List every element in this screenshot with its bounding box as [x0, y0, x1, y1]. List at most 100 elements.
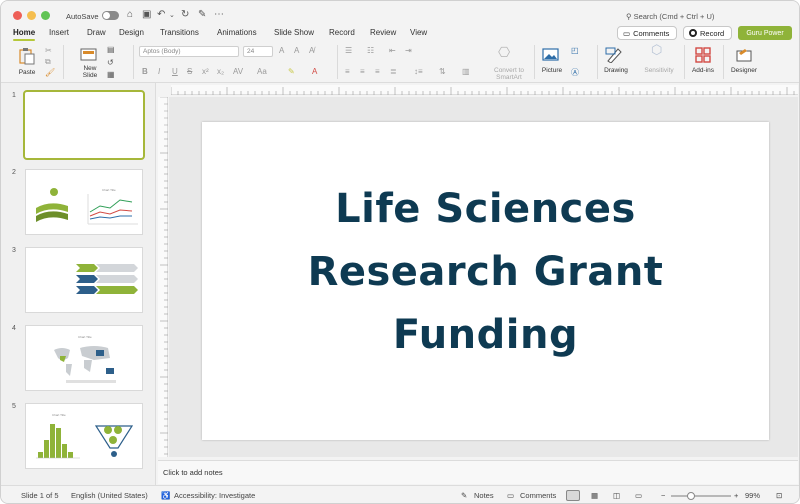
slide-thumbnail-5[interactable]: Chart Title [25, 403, 143, 469]
more-icon[interactable]: ⋯ [214, 9, 224, 20]
subscript-icon[interactable]: x₂ [217, 67, 224, 77]
minimize-window-button[interactable] [27, 11, 36, 20]
record-button[interactable]: Record [683, 26, 732, 40]
horizontal-ruler[interactable] [170, 85, 798, 95]
zoom-window-button[interactable] [41, 11, 50, 20]
tab-insert[interactable]: Insert [49, 28, 69, 37]
tab-draw[interactable]: Draw [87, 28, 106, 37]
cut-icon[interactable]: ✂ [45, 46, 52, 56]
picture-label[interactable]: Picture [537, 67, 567, 74]
paste-button[interactable]: Paste [14, 45, 40, 79]
zoom-slider-thumb[interactable] [687, 492, 695, 500]
tab-review[interactable]: Review [370, 28, 396, 37]
sensitivity-label[interactable]: Sensitivity [639, 67, 679, 74]
reset-icon[interactable]: ↺ [107, 58, 114, 68]
tab-record[interactable]: Record [329, 28, 355, 37]
copy-icon[interactable]: ⧉ [45, 57, 51, 67]
superscript-icon[interactable]: x² [202, 67, 209, 77]
tab-view[interactable]: View [410, 28, 427, 37]
notes-toggle-button[interactable]: Notes [474, 491, 494, 500]
guru-power-button[interactable]: Guru Power [738, 26, 792, 40]
slide-thumbnail-pane[interactable]: 1 2 Chart Title 3 4 Chart Title 5 Chart … [1, 83, 156, 487]
decrease-indent-icon[interactable]: ⇤ [389, 46, 396, 56]
slide-thumbnail-4[interactable]: Chart Title [25, 325, 143, 391]
layout-icon[interactable]: ▤ [107, 45, 115, 55]
align-left-icon[interactable]: ≡ [345, 67, 350, 77]
highlight-icon[interactable]: ✎ [288, 67, 295, 77]
zoom-in-icon[interactable]: + [734, 491, 738, 500]
font-name-select[interactable]: Aptos (Body) [139, 46, 239, 57]
tab-home[interactable]: Home [13, 28, 36, 41]
designer-icon[interactable] [735, 47, 753, 63]
tab-design[interactable]: Design [119, 28, 144, 37]
save-icon[interactable]: ▣ [142, 9, 151, 20]
close-window-button[interactable] [13, 11, 22, 20]
slide-thumbnail-3[interactable] [25, 247, 143, 313]
zoom-out-icon[interactable]: − [661, 491, 665, 500]
bold-icon[interactable]: B [142, 67, 148, 77]
change-case-icon[interactable]: Aa [257, 67, 267, 77]
italic-icon[interactable]: I [158, 67, 160, 77]
align-center-icon[interactable]: ≡ [360, 67, 365, 77]
drawing-icon[interactable] [605, 47, 623, 63]
columns-icon[interactable]: ▥ [462, 67, 470, 77]
redo-icon[interactable]: ↻ [181, 9, 189, 20]
comments-toggle-button[interactable]: Comments [520, 491, 556, 500]
notes-icon[interactable]: ✎ [461, 491, 467, 500]
convert-smartart-label[interactable]: Convert to SmartArt [487, 67, 531, 81]
picture-icon[interactable] [542, 48, 560, 62]
normal-view-icon[interactable] [566, 490, 580, 501]
decrease-font-icon[interactable]: A [294, 46, 299, 56]
text-direction-icon[interactable]: ⇅ [439, 67, 446, 77]
slide-sorter-icon[interactable]: ▦ [591, 491, 598, 500]
increase-indent-icon[interactable]: ⇥ [405, 46, 412, 56]
slide-thumbnail-2[interactable]: Chart Title [25, 169, 143, 235]
undo-icon[interactable]: ↶ [157, 9, 165, 20]
autosave-toggle[interactable] [102, 11, 119, 20]
smartart-icon[interactable]: ⎔ [498, 45, 510, 59]
bullets-icon[interactable]: ☰ [345, 46, 352, 56]
line-spacing-icon[interactable]: ↕≡ [414, 67, 423, 77]
slide-title[interactable]: Life Sciences Research Grant Funding [202, 178, 769, 367]
slide-canvas[interactable]: Life Sciences Research Grant Funding [202, 122, 769, 440]
comments-button[interactable]: ▭ Comments [617, 26, 677, 40]
strikethrough-icon[interactable]: S [187, 67, 192, 77]
sensitivity-icon[interactable]: ⬡ [651, 43, 662, 56]
add-ins-label[interactable]: Add-ins [689, 67, 717, 74]
slideshow-view-icon[interactable]: ▭ [635, 491, 642, 500]
home-icon[interactable]: ⌂ [127, 9, 133, 20]
font-size-select[interactable]: 24 [243, 46, 273, 57]
zoom-slider[interactable] [671, 492, 731, 500]
notes-pane[interactable]: Click to add notes [158, 460, 798, 484]
search-field[interactable]: ⚲ Search (Cmd + Ctrl + U) [626, 12, 714, 21]
designer-label[interactable]: Designer [728, 67, 760, 74]
reading-view-icon[interactable]: ◫ [613, 491, 620, 500]
justify-icon[interactable]: ≣ [390, 67, 397, 77]
numbering-icon[interactable]: ☷ [367, 46, 374, 56]
clear-formatting-icon[interactable]: A̸ [309, 46, 314, 56]
accessibility-status[interactable]: Accessibility: Investigate [174, 491, 255, 500]
increase-font-icon[interactable]: A [279, 46, 284, 56]
section-icon[interactable]: ▦ [107, 70, 115, 80]
language-status[interactable]: English (United States) [71, 491, 148, 500]
align-right-icon[interactable]: ≡ [375, 67, 380, 77]
add-ins-icon[interactable] [695, 47, 711, 63]
slide-thumbnail-1[interactable] [23, 90, 145, 160]
textbox-icon[interactable]: Ⓐ [571, 68, 579, 78]
zoom-level[interactable]: 99% [745, 491, 760, 500]
format-painter-icon[interactable]: ✎ [198, 9, 206, 20]
fit-slide-icon[interactable]: ⊡ [776, 491, 782, 500]
font-color-icon[interactable]: A [312, 67, 317, 77]
undo-dropdown-icon[interactable]: ⌄ [169, 11, 175, 19]
shapes-icon[interactable]: ◰ [571, 46, 579, 56]
format-painter-brush-icon[interactable]: 🖌 [45, 68, 55, 78]
tab-slide-show[interactable]: Slide Show [274, 28, 314, 37]
tab-animations[interactable]: Animations [217, 28, 257, 37]
accessibility-icon[interactable]: ♿ [161, 491, 170, 500]
drawing-label[interactable]: Drawing [601, 67, 631, 74]
underline-icon[interactable]: U [172, 67, 178, 77]
vertical-ruler[interactable] [158, 96, 168, 457]
tab-transitions[interactable]: Transitions [160, 28, 199, 37]
char-spacing-icon[interactable]: AV [233, 67, 243, 77]
comments-icon[interactable]: ▭ [507, 491, 514, 500]
